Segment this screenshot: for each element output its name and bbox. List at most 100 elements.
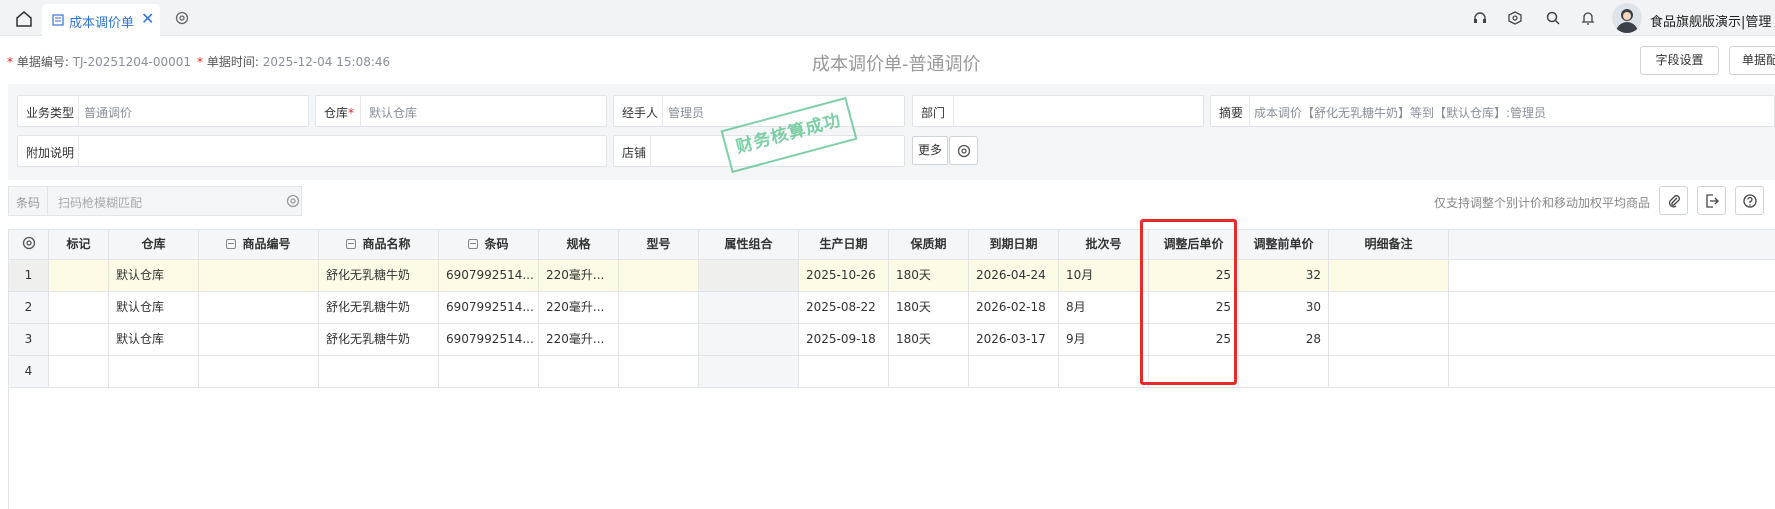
biz-type-field[interactable]: 业务类型 普通调价	[17, 95, 309, 127]
cell-model[interactable]	[619, 292, 699, 323]
gear-icon[interactable]	[174, 10, 190, 26]
header-price-before[interactable]: 调整前单价	[1239, 230, 1329, 259]
cell-detail-note[interactable]	[1329, 292, 1449, 323]
cell-price-after[interactable]	[1149, 356, 1239, 387]
cell-spec[interactable]: 220毫升...	[539, 260, 619, 291]
cell-batch[interactable]	[1059, 356, 1149, 387]
collapse-icon[interactable]	[468, 239, 479, 249]
cell-expiry-date[interactable]: 2026-04-24	[969, 260, 1059, 291]
dept-field[interactable]: 部门	[912, 95, 1204, 127]
more-button[interactable]: 更多	[912, 136, 948, 165]
cell-mark[interactable]	[49, 260, 109, 291]
cell-detail-note[interactable]	[1329, 356, 1449, 387]
cell-spec[interactable]	[539, 356, 619, 387]
header-batch[interactable]: 批次号	[1059, 230, 1149, 259]
header-mark[interactable]: 标记	[49, 230, 109, 259]
cell-barcode[interactable]: 6907992514...	[439, 292, 539, 323]
export-button[interactable]	[1697, 186, 1726, 215]
cell-mark[interactable]	[49, 292, 109, 323]
cell-spec[interactable]: 220毫升...	[539, 324, 619, 355]
cell-warehouse[interactable]: 默认仓库	[109, 260, 199, 291]
cell-model[interactable]	[619, 260, 699, 291]
cell-warehouse[interactable]: 默认仓库	[109, 292, 199, 323]
close-icon[interactable]: ✕	[141, 10, 154, 28]
extra-note-field[interactable]: 附加说明	[17, 135, 607, 167]
header-price-after[interactable]: 调整后单价	[1149, 230, 1239, 259]
cell-product-code[interactable]	[199, 260, 319, 291]
cell-warehouse[interactable]: 默认仓库	[109, 324, 199, 355]
gear-icon[interactable]	[285, 193, 301, 209]
cell-production-date[interactable]: 2025-08-22	[799, 292, 889, 323]
cell-batch[interactable]: 10月	[1059, 260, 1149, 291]
cell-production-date[interactable]: 2025-09-18	[799, 324, 889, 355]
cell-production-date[interactable]	[799, 356, 889, 387]
cell-warehouse[interactable]	[109, 356, 199, 387]
help-button[interactable]	[1735, 186, 1764, 215]
barcode-input[interactable]: 扫码枪模糊匹配	[47, 187, 281, 215]
cell-barcode[interactable]	[439, 356, 539, 387]
user-name[interactable]: 食品旗舰版演示|管理	[1650, 11, 1771, 30]
cell-batch[interactable]: 8月	[1059, 292, 1149, 323]
headset-icon[interactable]	[1472, 10, 1488, 26]
doc-config-button[interactable]: 单据配	[1729, 46, 1775, 75]
table-row[interactable]: 3 默认仓库 舒化无乳糖牛奶 6907992514... 220毫升... 20…	[9, 324, 1775, 356]
cell-price-after[interactable]: 25	[1149, 260, 1239, 291]
cell-shelf-life[interactable]: 180天	[889, 324, 969, 355]
cell-production-date[interactable]: 2025-10-26	[799, 260, 889, 291]
cell-shelf-life[interactable]: 180天	[889, 260, 969, 291]
cell-model[interactable]	[619, 356, 699, 387]
cell-expiry-date[interactable]: 2026-03-17	[969, 324, 1059, 355]
header-expiry-date[interactable]: 到期日期	[969, 230, 1059, 259]
collapse-icon[interactable]	[226, 239, 237, 249]
header-production-date[interactable]: 生产日期	[799, 230, 889, 259]
header-shelf-life[interactable]: 保质期	[889, 230, 969, 259]
form-settings-button[interactable]	[949, 136, 978, 165]
header-attributes[interactable]: 属性组合	[699, 230, 799, 259]
cell-attributes[interactable]	[699, 292, 799, 323]
header-model[interactable]: 型号	[619, 230, 699, 259]
header-product-code[interactable]: 商品编号	[199, 230, 319, 259]
header-barcode[interactable]: 条码	[439, 230, 539, 259]
column-settings[interactable]	[9, 230, 49, 259]
cell-product-name[interactable]	[319, 356, 439, 387]
cell-attributes[interactable]	[699, 356, 799, 387]
cell-product-code[interactable]	[199, 324, 319, 355]
cell-model[interactable]	[619, 324, 699, 355]
summary-field[interactable]: 摘要 成本调价【舒化无乳糖牛奶】等到【默认仓库】:管理员	[1210, 95, 1775, 127]
cell-spec[interactable]: 220毫升...	[539, 292, 619, 323]
tab-cost-adjustment[interactable]: 成本调价单 ✕	[42, 4, 160, 36]
cell-price-after[interactable]: 25	[1149, 292, 1239, 323]
header-warehouse[interactable]: 仓库	[109, 230, 199, 259]
cell-detail-note[interactable]	[1329, 260, 1449, 291]
cell-price-after[interactable]: 25	[1149, 324, 1239, 355]
header-spec[interactable]: 规格	[539, 230, 619, 259]
cell-barcode[interactable]: 6907992514...	[439, 324, 539, 355]
cell-expiry-date[interactable]: 2026-02-18	[969, 292, 1059, 323]
cell-product-name[interactable]: 舒化无乳糖牛奶	[319, 324, 439, 355]
cell-detail-note[interactable]	[1329, 324, 1449, 355]
header-detail-note[interactable]: 明细备注	[1329, 230, 1449, 259]
cell-product-code[interactable]	[199, 356, 319, 387]
header-product-name[interactable]: 商品名称	[319, 230, 439, 259]
cell-barcode[interactable]: 6907992514...	[439, 260, 539, 291]
collapse-icon[interactable]	[346, 239, 357, 249]
cell-shelf-life[interactable]	[889, 356, 969, 387]
cell-product-name[interactable]: 舒化无乳糖牛奶	[319, 292, 439, 323]
table-row[interactable]: 2 默认仓库 舒化无乳糖牛奶 6907992514... 220毫升... 20…	[9, 292, 1775, 324]
home-icon[interactable]	[14, 9, 34, 29]
cell-expiry-date[interactable]	[969, 356, 1059, 387]
bell-icon[interactable]	[1580, 10, 1596, 26]
search-icon[interactable]	[1545, 10, 1561, 26]
cell-attributes[interactable]	[699, 324, 799, 355]
table-row[interactable]: 4	[9, 356, 1775, 388]
cell-product-code[interactable]	[199, 292, 319, 323]
cell-mark[interactable]	[49, 356, 109, 387]
table-row[interactable]: 1 默认仓库 舒化无乳糖牛奶 6907992514... 220毫升... 20…	[9, 260, 1775, 292]
avatar[interactable]	[1612, 3, 1642, 33]
attachment-button[interactable]	[1659, 186, 1688, 215]
cube-icon[interactable]	[1507, 10, 1523, 26]
cell-batch[interactable]: 9月	[1059, 324, 1149, 355]
cell-product-name[interactable]: 舒化无乳糖牛奶	[319, 260, 439, 291]
cell-mark[interactable]	[49, 324, 109, 355]
field-settings-button[interactable]: 字段设置	[1640, 46, 1719, 75]
